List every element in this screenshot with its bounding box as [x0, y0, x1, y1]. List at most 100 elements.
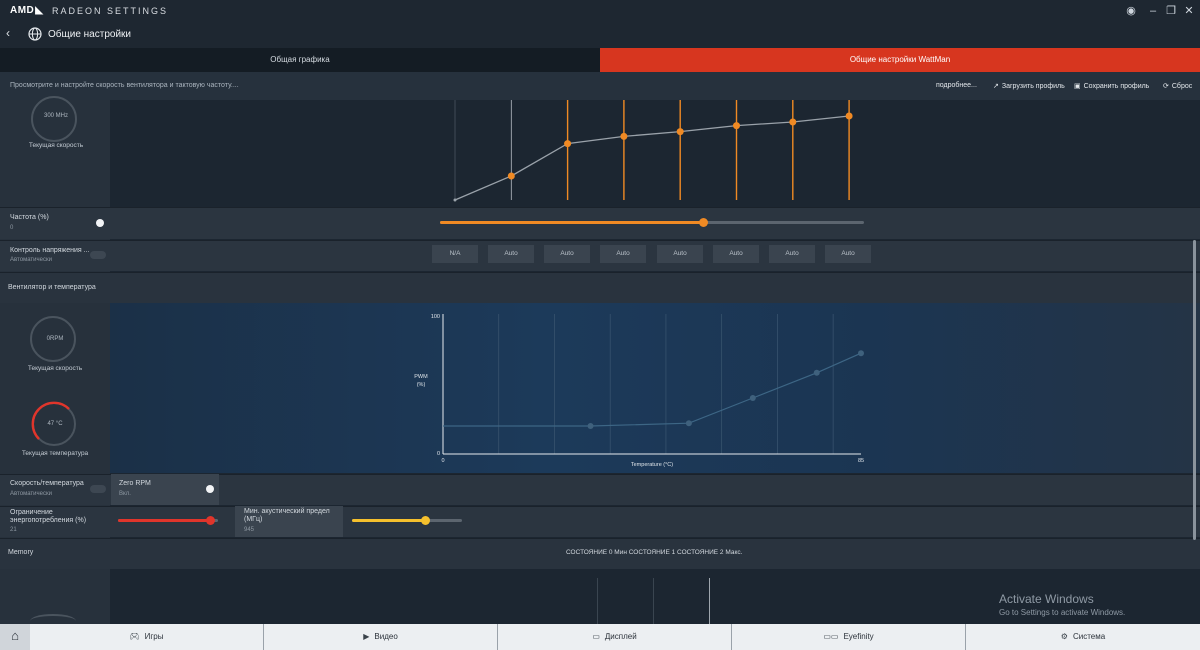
title-bar	[0, 0, 1200, 22]
y-axis-label: PWM	[414, 374, 428, 380]
load-profile-label: Загрузить профиль	[1001, 83, 1065, 90]
speed-temperature-toggle[interactable]	[90, 485, 106, 493]
state-0-voltage[interactable]: N/A	[432, 245, 478, 263]
gamepad-icon: 🎮︎	[129, 632, 140, 641]
voltage-value: Автоматически	[10, 257, 52, 263]
fan-section-header	[0, 272, 1200, 303]
state-point-1[interactable]	[507, 172, 515, 180]
state-3-voltage[interactable]: Auto	[600, 245, 646, 263]
system-icon: ⚙	[1060, 632, 1068, 641]
gpu-clock-chart[interactable]	[440, 100, 870, 205]
zero-rpm-value: Вкл.	[119, 491, 131, 497]
state-1-voltage[interactable]: Auto	[488, 245, 534, 263]
zero-rpm-toggle[interactable]	[206, 485, 214, 493]
fan-point-2[interactable]	[685, 420, 692, 427]
load-profile-button[interactable]: ↗ Загрузить профиль	[993, 82, 1065, 90]
gpu-speed-value: 300 MHz	[43, 113, 68, 119]
state-point-7[interactable]	[845, 112, 853, 120]
state-point-4[interactable]	[676, 128, 684, 136]
memory-states-label: СОСТОЯНИЕ 0 Мин СОСТОЯНИЕ 1 СОСТОЯНИЕ 2 …	[566, 549, 743, 556]
frequency-slider-handle[interactable]	[698, 218, 708, 227]
close-icon[interactable]: ✕	[1182, 4, 1196, 18]
state-6-voltage[interactable]: Auto	[769, 245, 815, 263]
state-7-voltage[interactable]: Auto	[825, 245, 871, 263]
state-point-3[interactable]	[620, 132, 628, 140]
frequency-value: 0	[10, 225, 14, 231]
state-point-2[interactable]	[564, 140, 572, 148]
nav-video[interactable]: ▶ Видео	[264, 624, 498, 650]
power-limit-slider-fill	[118, 519, 210, 522]
radeon-icon[interactable]: ◉	[1124, 4, 1138, 18]
reset-button[interactable]: ⟳ Сброс	[1163, 82, 1192, 90]
amd-logo: AMD◣	[10, 5, 44, 16]
nav-display[interactable]: ▭ Дисплей	[498, 624, 732, 650]
power-limit-label: Ограничение энергопотребления (%)	[10, 509, 87, 524]
nav-eyefinity[interactable]: ▭▭ Eyefinity	[732, 624, 966, 650]
clock-curve	[454, 115, 850, 201]
divider	[0, 272, 1200, 273]
nav-display-label: Дисплей	[604, 632, 637, 641]
zero-rpm-panel	[111, 474, 219, 505]
restore-icon[interactable]: ❐	[1164, 4, 1178, 18]
tab-global-graphics[interactable]: Общая графика	[0, 48, 600, 72]
globe-icon	[28, 27, 42, 41]
state-point-6[interactable]	[789, 118, 797, 126]
acoustic-slider-handle[interactable]	[420, 516, 430, 525]
state-2-voltage[interactable]: Auto	[544, 245, 590, 263]
nav-video-label: Видео	[374, 632, 398, 641]
fan-speed-caption: Текущая скорость	[27, 365, 83, 372]
speed-temperature-value: Автоматически	[10, 491, 52, 497]
frequency-label: Частота (%)	[10, 214, 49, 221]
share-icon: ↗	[993, 83, 999, 90]
tab-wattman[interactable]: Общие настройки WattMan	[600, 48, 1200, 72]
save-profile-button[interactable]: ▣ Сохранить профиль	[1074, 82, 1149, 90]
fan-point-5[interactable]	[858, 350, 864, 357]
fan-point-1[interactable]	[587, 423, 594, 429]
nav-games[interactable]: 🎮︎ Игры	[30, 624, 264, 650]
app-title: RADEON SETTINGS	[52, 6, 169, 16]
speed-temperature-label: Скорость/температура	[10, 480, 84, 487]
acoustic-label: Мин. акустический предел (МГц)	[244, 508, 330, 523]
state-5-voltage[interactable]: Auto	[713, 245, 759, 263]
power-limit-slider-handle[interactable]	[206, 516, 215, 525]
eyefinity-icon: ▭▭	[823, 632, 839, 641]
home-icon[interactable]: ⌂	[0, 624, 30, 650]
voltage-toggle[interactable]	[90, 251, 106, 259]
divider	[0, 538, 1200, 539]
more-link[interactable]: подробнее...	[936, 82, 977, 89]
scrollbar[interactable]	[1193, 240, 1196, 540]
gpu-speed-gauge	[31, 96, 77, 142]
acoustic-slider-fill	[352, 519, 425, 522]
state-4-voltage[interactable]: Auto	[657, 245, 703, 263]
fan-curve-chart[interactable]: 100 00 85 Temperature (°C) PWM (%)	[405, 308, 875, 470]
power-limit-value: 21	[10, 527, 17, 533]
page-title: Общие настройки	[48, 29, 131, 40]
frequency-slider-fill	[440, 221, 703, 224]
activate-windows-subtitle: Go to Settings to activate Windows.	[999, 608, 1126, 617]
fan-speed-value: 0RPM	[46, 336, 64, 342]
state-point-5[interactable]	[733, 122, 740, 130]
memory-chart-gridline	[653, 578, 654, 624]
frequency-toggle[interactable]	[96, 219, 104, 227]
minimize-icon[interactable]: –	[1146, 4, 1160, 18]
fan-point-4[interactable]	[813, 369, 820, 376]
fan-point-3[interactable]	[749, 395, 756, 401]
x-tick-max: 85	[858, 458, 864, 464]
back-icon[interactable]: ‹	[6, 26, 10, 40]
nav-system[interactable]: ⚙ Система	[966, 624, 1200, 650]
fan-section-title: Вентилятор и температура	[8, 284, 96, 291]
x-tick-min: 0	[441, 458, 444, 464]
nav-games-label: Игры	[144, 632, 164, 641]
nav-system-label: Система	[1072, 632, 1106, 641]
voltage-label: Контроль напряжения ...	[10, 247, 90, 254]
divider	[0, 240, 1200, 241]
y-axis-unit: (%)	[417, 382, 426, 388]
zero-rpm-label: Zero RPM	[119, 480, 151, 487]
memory-chart-line	[709, 578, 710, 624]
page-header	[0, 22, 1200, 48]
memory-chart-gridline	[597, 578, 598, 624]
save-icon: ▣	[1074, 83, 1081, 90]
temperature-caption: Текущая температура	[21, 450, 89, 457]
temperature-value: 47 °C	[47, 421, 63, 427]
state-point-0[interactable]	[453, 198, 457, 202]
